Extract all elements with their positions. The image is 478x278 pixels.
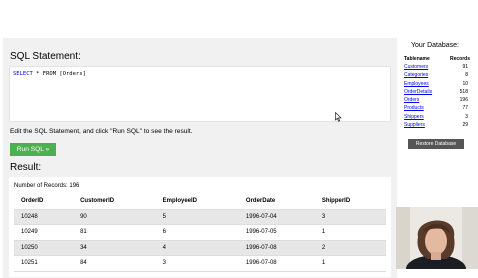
column-header: EmployeeID [155,194,239,210]
record-count-value: 518 [459,88,468,95]
table-cell: 4 [155,240,239,256]
instruction-text: Edit the SQL Statement, and click "Run S… [10,128,193,135]
table-cell: 34 [73,240,156,256]
orders-result-table: OrderID CustomerID EmployeeID OrderDate … [14,194,386,272]
table-row: 10250 34 4 1996-07-08 2 [14,240,386,256]
mouse-cursor-icon [335,112,342,122]
table-cell: 10248 [14,209,74,225]
list-item: Categories 8 [404,72,468,80]
list-item: Shippers 3 [404,114,468,122]
record-count-value: 29 [462,122,468,129]
table-link-suppliers[interactable]: Suppliers [404,122,425,128]
restore-database-button[interactable]: Restore Database [408,139,464,149]
table-cell: 1996-07-08 [238,240,315,256]
record-count-value: 77 [462,105,468,112]
table-link-products[interactable]: Products [404,105,424,111]
table-link-orderdetails[interactable]: OrderDetails [404,89,432,95]
table-cell: 1996-07-05 [238,224,315,241]
webcam-overlay [396,207,478,269]
list-item: Employees 10 [404,81,468,89]
table-cell: 6 [155,224,239,241]
table-link-employees[interactable]: Employees [404,81,429,87]
table-cell: 10249 [14,224,74,241]
result-heading: Result: [10,162,42,173]
database-title: Your Database: [411,42,459,49]
record-count-value: 8 [465,72,468,79]
record-count-value: 196 [459,97,468,104]
table-link-customers[interactable]: Customers [404,64,428,70]
table-link-orders[interactable]: Orders [404,97,419,103]
table-cell: 2 [314,240,386,256]
list-item: OrderDetails 518 [404,89,468,97]
list-item: Orders 196 [404,97,468,105]
table-cell: 90 [73,209,156,225]
sql-keyword: SELECT [13,71,33,77]
table-link-shippers[interactable]: Shippers [404,114,424,120]
run-sql-button[interactable]: Run SQL » [10,143,56,156]
tablename-header: Tablename [404,56,430,62]
record-count-value: 91 [462,64,468,70]
column-header: OrderDate [238,194,315,210]
table-cell: 5 [155,209,239,225]
list-item: Products 77 [404,105,468,113]
sql-editor[interactable]: SELECT * FROM [Orders] [9,66,391,122]
table-cell: 81 [73,224,156,241]
record-count: Number of Records: 196 [14,183,80,189]
table-cell: 1996-07-04 [238,209,315,225]
record-count-value: 10 [462,80,468,87]
list-item: Customers 91 [404,64,468,72]
database-table-header: Tablename Records [404,56,470,62]
table-header-row: OrderID CustomerID EmployeeID OrderDate … [14,194,386,210]
column-header: OrderID [14,194,74,210]
column-header: CustomerID [73,194,156,210]
table-row: 10249 81 6 1996-07-05 1 [14,224,386,241]
table-row: 10248 90 5 1996-07-04 3 [14,209,386,225]
table-cell: 10250 [14,240,74,256]
column-header: ShipperID [314,194,386,210]
sql-query-text: * FROM [Orders] [32,71,86,77]
table-link-categories[interactable]: Categories [404,72,428,78]
sql-statement-heading: SQL Statement: [10,51,81,62]
database-table-list: Customers 91 Categories 8 Employees 10 Orde… [404,64,468,130]
table-cell: 1 [314,224,386,241]
presenter-video-image [396,207,478,269]
list-item: Suppliers 29 [404,122,468,130]
records-header: Records [449,56,470,62]
table-cell: 3 [314,209,386,225]
record-count-value: 3 [465,113,468,120]
